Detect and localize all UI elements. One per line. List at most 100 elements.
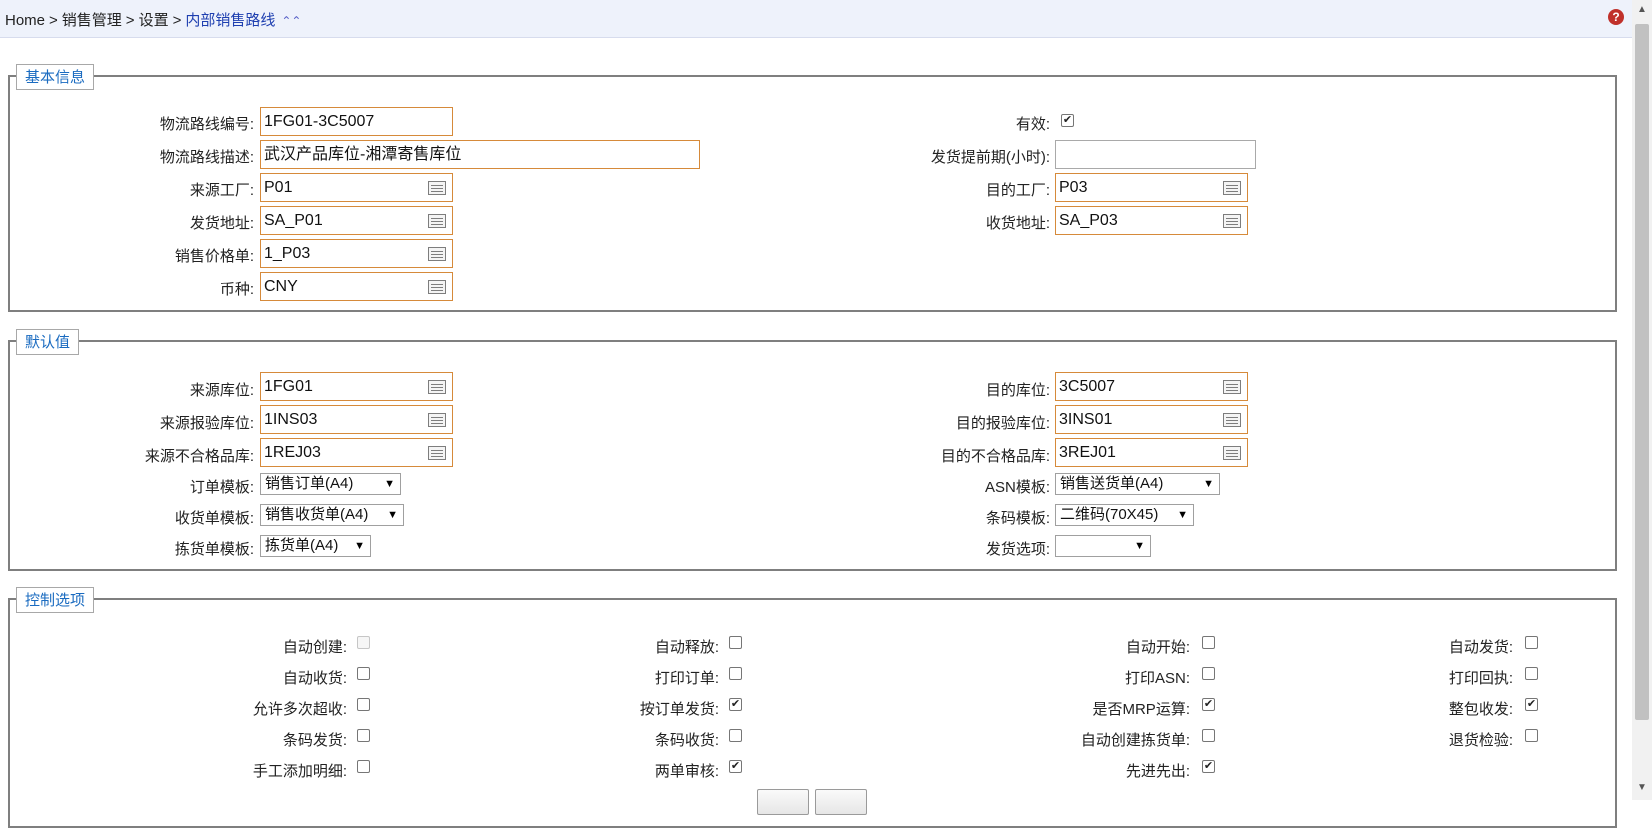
receive-address-label: 收货地址: [985, 215, 1050, 232]
breadcrumb-separator: > [125, 12, 135, 29]
dropdown-arrow-icon: ▼ [384, 478, 395, 490]
scroll-thumb[interactable] [1635, 24, 1649, 720]
dest-location-input[interactable]: 3C5007 [1055, 372, 1248, 401]
lookup-icon[interactable] [428, 280, 446, 294]
receipt-template-select[interactable]: 销售收货单(A4) ▼ [260, 504, 404, 526]
route-desc-input[interactable]: 武汉产品库位-湘潭寄售库位 [260, 140, 700, 169]
lookup-icon[interactable] [428, 181, 446, 195]
auto-start-checkbox[interactable] [1202, 636, 1215, 649]
source-inspection-location-value: 1INS03 [264, 411, 318, 428]
receipt-template-value: 销售收货单(A4) [265, 506, 369, 523]
valid-checkbox[interactable] [1061, 114, 1074, 127]
price-list-input[interactable]: 1_P03 [260, 239, 453, 268]
pick-template-select[interactable]: 拣货单(A4) ▼ [260, 535, 371, 557]
order-template-value: 销售订单(A4) [265, 475, 354, 492]
asn-template-value: 销售送货单(A4) [1060, 475, 1164, 492]
auto-create-pick-checkbox[interactable] [1202, 729, 1215, 742]
manual-add-detail-checkbox[interactable] [357, 760, 370, 773]
valid-label: 有效: [1015, 116, 1050, 133]
asn-template-select[interactable]: 销售送货单(A4) ▼ [1055, 473, 1220, 495]
route-desc-label: 物流路线描述: [159, 149, 254, 166]
breadcrumb-home[interactable]: Home [5, 12, 45, 29]
print-asn-checkbox[interactable] [1202, 667, 1215, 680]
auto-receive-checkbox[interactable] [357, 667, 370, 680]
whole-package-checkbox[interactable] [1525, 698, 1538, 711]
barcode-template-value: 二维码(70X45) [1060, 506, 1159, 523]
order-template-label: 订单模板: [189, 479, 254, 496]
route-no-input[interactable]: 1FG01-3C5007 [260, 107, 453, 136]
lookup-icon[interactable] [1223, 214, 1241, 228]
print-receipt-checkbox[interactable] [1525, 667, 1538, 680]
lookup-icon[interactable] [428, 413, 446, 427]
dest-plant-label: 目的工厂: [985, 182, 1050, 199]
back-button[interactable] [815, 789, 867, 815]
lead-time-input[interactable] [1055, 140, 1256, 169]
source-location-value: 1FG01 [264, 378, 313, 395]
pick-template-value: 拣货单(A4) [265, 537, 339, 554]
dest-location-label: 目的库位: [985, 382, 1050, 399]
top-bar: Home > 销售管理 > 设置 > 内部销售路线 ⌃⌃ ? [0, 0, 1632, 38]
source-plant-input[interactable]: P01 [260, 173, 453, 202]
auto-ship-label: 自动发货: [1448, 639, 1513, 656]
auto-start-label: 自动开始: [1125, 639, 1190, 656]
fifo-checkbox[interactable] [1202, 760, 1215, 773]
collapse-icon[interactable]: ⌃⌃ [281, 14, 301, 28]
barcode-template-select[interactable]: 二维码(70X45) ▼ [1055, 504, 1194, 526]
lookup-icon[interactable] [1223, 181, 1241, 195]
lookup-icon[interactable] [428, 247, 446, 261]
allow-over-receive-checkbox[interactable] [357, 698, 370, 711]
vertical-scrollbar[interactable]: ▲ ▼ [1632, 0, 1652, 800]
print-order-checkbox[interactable] [729, 667, 742, 680]
receive-address-input[interactable]: SA_P03 [1055, 206, 1248, 235]
print-asn-label: 打印ASN: [1124, 670, 1190, 687]
auto-create-label: 自动创建: [282, 639, 347, 656]
return-inspection-checkbox[interactable] [1525, 729, 1538, 742]
dest-reject-location-input[interactable]: 3REJ01 [1055, 438, 1248, 467]
fifo-label: 先进先出: [1125, 763, 1190, 780]
dest-inspection-location-label: 目的报验库位: [955, 415, 1050, 432]
dest-plant-input[interactable]: P03 [1055, 173, 1248, 202]
dest-inspection-location-input[interactable]: 3INS01 [1055, 405, 1248, 434]
lookup-icon[interactable] [1223, 380, 1241, 394]
save-button[interactable] [757, 789, 809, 815]
return-inspection-label: 退货检验: [1448, 732, 1513, 749]
source-location-input[interactable]: 1FG01 [260, 372, 453, 401]
lookup-icon[interactable] [428, 446, 446, 460]
mrp-calc-checkbox[interactable] [1202, 698, 1215, 711]
print-order-label: 打印订单: [654, 670, 719, 687]
scroll-down-arrow-icon[interactable]: ▼ [1637, 782, 1647, 793]
scroll-up-arrow-icon[interactable]: ▲ [1637, 4, 1647, 15]
lookup-icon[interactable] [1223, 413, 1241, 427]
ship-option-select[interactable]: ▼ [1055, 535, 1151, 557]
ship-by-order-checkbox[interactable] [729, 698, 742, 711]
lookup-icon[interactable] [1223, 446, 1241, 460]
breadcrumb-settings[interactable]: 设置 [139, 12, 169, 29]
price-list-label: 销售价格单: [174, 248, 254, 265]
breadcrumb-separator: > [172, 12, 182, 29]
defaults-legend: 默认值 [16, 329, 80, 355]
receipt-template-label: 收货单模板: [174, 510, 254, 527]
barcode-receive-checkbox[interactable] [729, 729, 742, 742]
lookup-icon[interactable] [428, 380, 446, 394]
barcode-ship-checkbox[interactable] [357, 729, 370, 742]
dual-approval-checkbox[interactable] [729, 760, 742, 773]
dest-reject-location-label: 目的不合格品库: [940, 448, 1050, 465]
dest-reject-location-value: 3REJ01 [1059, 444, 1116, 461]
lookup-icon[interactable] [428, 214, 446, 228]
source-reject-location-value: 1REJ03 [264, 444, 321, 461]
order-template-select[interactable]: 销售订单(A4) ▼ [260, 473, 401, 495]
help-icon[interactable]: ? [1608, 9, 1624, 25]
source-reject-location-input[interactable]: 1REJ03 [260, 438, 453, 467]
auto-ship-checkbox[interactable] [1525, 636, 1538, 649]
auto-release-checkbox[interactable] [729, 636, 742, 649]
barcode-template-label: 条码模板: [985, 510, 1050, 527]
auto-release-label: 自动释放: [654, 639, 719, 656]
currency-input[interactable]: CNY [260, 272, 453, 301]
control-options-legend: 控制选项 [16, 587, 95, 613]
source-inspection-location-input[interactable]: 1INS03 [260, 405, 453, 434]
breadcrumb-sales-management[interactable]: 销售管理 [62, 12, 122, 29]
ship-option-label: 发货选项: [985, 541, 1050, 558]
ship-address-input[interactable]: SA_P01 [260, 206, 453, 235]
mrp-calc-label: 是否MRP运算: [1092, 701, 1190, 718]
dual-approval-label: 两单审核: [654, 763, 719, 780]
